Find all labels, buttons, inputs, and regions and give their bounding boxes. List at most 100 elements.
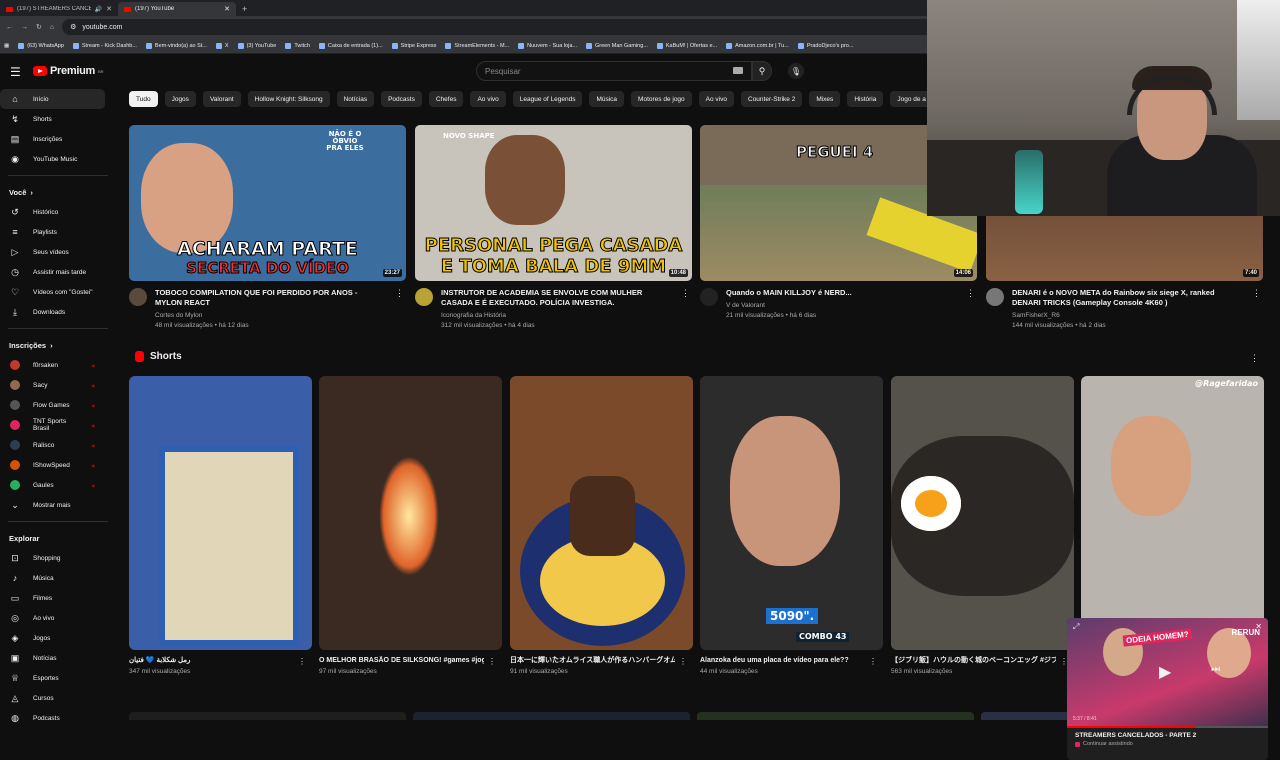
channel-name[interactable]: Iconografia da História bbox=[441, 311, 669, 321]
more-options-icon[interactable]: ⋮ bbox=[966, 288, 975, 299]
sidebar-item[interactable]: ♡ Vídeos com "Gostei" bbox=[0, 282, 105, 302]
video-thumbnail[interactable]: NÃO É O ÓBVIO PRA ELES ACHARAM PARTE SECRE… bbox=[129, 125, 406, 281]
filter-chip[interactable]: Motores de jogo bbox=[631, 91, 692, 107]
short-thumbnail[interactable] bbox=[319, 376, 502, 650]
more-options-icon[interactable]: ⋮ bbox=[681, 288, 690, 299]
site-info-icon[interactable]: ⚙ bbox=[70, 23, 76, 31]
forward-icon[interactable]: → bbox=[21, 24, 28, 31]
short-title[interactable]: 【ジブリ飯】ハウルの動く城のベーコンエッグ #ジブリ #amsr #camp #… bbox=[891, 656, 1056, 666]
filter-chip[interactable]: Música bbox=[589, 91, 625, 107]
video-card[interactable]: NOVO SHAPE PERSONAL PEGA CASADA E TOMA BAL… bbox=[415, 125, 692, 331]
sidebar-item[interactable]: ▭ Filmes bbox=[0, 588, 105, 608]
bookmark-item[interactable]: Stripe Express bbox=[391, 42, 436, 49]
bookmark-item[interactable]: (3) YouTube bbox=[237, 42, 276, 49]
more-options-icon[interactable]: ⋮ bbox=[395, 288, 404, 299]
bookmark-item[interactable]: Bem-vindo(a) ao St... bbox=[145, 42, 207, 49]
video-title[interactable]: INSTRUTOR DE ACADEMIA SE ENVOLVE COM MUL… bbox=[441, 288, 669, 308]
more-options-icon[interactable]: ⋮ bbox=[488, 657, 496, 666]
play-icon[interactable]: ▶ bbox=[1159, 662, 1171, 682]
video-card[interactable]: NÃO É O ÓBVIO PRA ELES ACHARAM PARTE SECRE… bbox=[129, 125, 406, 331]
filter-chip[interactable]: Ao vivo bbox=[698, 91, 734, 107]
sidebar-subs-heading[interactable]: Inscrições › bbox=[0, 335, 115, 355]
browser-tab-active[interactable]: (197) YouTube ✕ bbox=[118, 2, 236, 16]
search-input[interactable]: Pesquisar bbox=[476, 61, 752, 81]
expand-icon[interactable]: ⤢ bbox=[1073, 622, 1079, 632]
sidebar-item[interactable]: ◍ Podcasts bbox=[0, 708, 105, 728]
sidebar-item[interactable]: ◈ Jogos bbox=[0, 628, 105, 648]
close-tab-icon[interactable]: ✕ bbox=[224, 5, 230, 13]
short-thumbnail[interactable]: 5090". COMBO 43 bbox=[700, 376, 883, 650]
short-thumbnail[interactable] bbox=[510, 376, 693, 650]
miniplayer[interactable]: ⤢ ✕ ODEIA HOMEM? RERUN ▶ ⏭ 5:37 / 8:41 S… bbox=[1067, 618, 1268, 760]
short-thumbnail[interactable] bbox=[129, 376, 312, 650]
short-card[interactable]: رمل شكلابة 💙 فتيان 347 mil visualizações ⋮ bbox=[129, 376, 312, 675]
short-card[interactable]: 5090". COMBO 43 Alanzoka deu uma placa de … bbox=[700, 376, 883, 675]
bookmark-item[interactable]: StreamElements - M... bbox=[445, 42, 509, 49]
sidebar-subscription[interactable]: f0rsaken ◉ bbox=[0, 355, 105, 375]
video-title[interactable]: TOBOCO COMPILATION QUE FOI PERDIDO POR A… bbox=[155, 288, 383, 308]
sidebar-subscription[interactable]: TNT Sports Brasil ◉ bbox=[0, 415, 105, 435]
filter-chip[interactable]: História bbox=[847, 91, 884, 107]
sidebar-item[interactable]: ◬ Cursos bbox=[0, 688, 105, 708]
bookmark-item[interactable]: PradoDjeco's pro... bbox=[797, 42, 853, 49]
more-options-icon[interactable]: ⋮ bbox=[869, 657, 877, 666]
youtube-logo[interactable]: Premium BR bbox=[33, 65, 104, 77]
sidebar-subscription[interactable]: IShowSpeed ◉ bbox=[0, 455, 105, 475]
short-card[interactable]: O MELHOR BRASÃO DE SILKSONG! #games #jog… bbox=[319, 376, 502, 675]
filter-chip[interactable]: Podcasts bbox=[381, 91, 422, 107]
channel-avatar[interactable] bbox=[700, 288, 718, 306]
sidebar-item[interactable]: ◉ YouTube Music bbox=[0, 149, 105, 169]
short-card[interactable]: 日本一に輝いたオムライス職人が作るハンバーグオムライス！#東京グルメ #japa… bbox=[510, 376, 693, 675]
sidebar-subscription[interactable]: Gaules ◉ bbox=[0, 475, 105, 495]
next-icon[interactable]: ⏭ bbox=[1211, 664, 1220, 675]
short-title[interactable]: رمل شكلابة 💙 فتيان bbox=[129, 656, 294, 666]
sidebar-item[interactable]: ⌂ Início bbox=[0, 89, 105, 109]
new-tab-button[interactable]: + bbox=[242, 4, 247, 14]
short-thumbnail[interactable] bbox=[891, 376, 1074, 650]
sidebar-item[interactable]: ↺ Histórico bbox=[0, 202, 105, 222]
short-thumbnail[interactable]: @Ragefaridao bbox=[1081, 376, 1264, 650]
filter-chip[interactable]: Valorant bbox=[202, 91, 241, 107]
apps-icon[interactable]: ▦ bbox=[4, 43, 9, 49]
video-title[interactable]: DENARI é o NOVO META do Rainbow six sieg… bbox=[1012, 288, 1240, 308]
filter-chip[interactable]: Jogos bbox=[164, 91, 196, 107]
channel-name[interactable]: Cortes do Mylon bbox=[155, 311, 383, 321]
reload-icon[interactable]: ↻ bbox=[36, 23, 42, 31]
filter-chip[interactable]: Jogo de a bbox=[890, 91, 927, 107]
miniplayer-video[interactable]: ⤢ ✕ ODEIA HOMEM? RERUN ▶ ⏭ 5:37 / 8:41 bbox=[1067, 618, 1268, 728]
sidebar-item[interactable]: ≡ Playlists bbox=[0, 222, 105, 242]
sidebar-item[interactable]: ⊡ Shopping bbox=[0, 548, 105, 568]
channel-avatar[interactable] bbox=[986, 288, 1004, 306]
more-options-icon[interactable]: ⋮ bbox=[1250, 353, 1259, 364]
bookmark-item[interactable]: Caixa de entrada (1)... bbox=[318, 42, 383, 49]
voice-search-button[interactable]: 🎙 bbox=[788, 63, 804, 79]
short-title[interactable]: O MELHOR BRASÃO DE SILKSONG! #games #jog… bbox=[319, 656, 484, 666]
bookmark-item[interactable]: (63) WhatsApp bbox=[18, 42, 64, 49]
show-more-button[interactable]: ⌄ Mostrar mais bbox=[0, 495, 105, 515]
bookmark-item[interactable]: Amazon.com.br | Tu... bbox=[726, 42, 789, 49]
video-thumbnail[interactable]: NOVO SHAPE PERSONAL PEGA CASADA E TOMA BAL… bbox=[415, 125, 692, 281]
bookmark-item[interactable]: Twitch bbox=[285, 42, 310, 49]
filter-chip[interactable]: Chefes bbox=[428, 91, 464, 107]
filter-chip[interactable]: Mixes bbox=[809, 91, 841, 107]
filter-chip[interactable]: Notícias bbox=[336, 91, 375, 107]
sidebar-subscription[interactable]: Flow Games ◉ bbox=[0, 395, 105, 415]
bookmark-item[interactable]: Stream - Kick Dashb... bbox=[72, 42, 137, 49]
sidebar-item[interactable]: ▤ Inscrições bbox=[0, 129, 105, 149]
filter-chip[interactable]: Tudo bbox=[129, 91, 158, 107]
sidebar-item[interactable]: ⤓ Downloads bbox=[0, 302, 105, 322]
sidebar-item[interactable]: ▷ Seus vídeos bbox=[0, 242, 105, 262]
sidebar-item[interactable]: ◎ Ao vivo bbox=[0, 608, 105, 628]
filter-chip[interactable]: Counter-Strike 2 bbox=[741, 91, 803, 107]
sidebar-item[interactable]: ↯ Shorts bbox=[0, 109, 105, 129]
more-options-icon[interactable]: ⋮ bbox=[298, 657, 306, 666]
browser-tab[interactable]: (197) STREAMERS CANCELADOS 🔊 ✕ bbox=[0, 2, 118, 16]
filter-chip[interactable]: League of Legends bbox=[512, 91, 583, 107]
video-title[interactable]: Quando o MAIN KILLJOY é NERD... bbox=[726, 288, 954, 298]
close-tab-icon[interactable]: ✕ bbox=[106, 5, 112, 13]
sidebar-subscription[interactable]: Ralisco ◉ bbox=[0, 435, 105, 455]
sidebar-subscription[interactable]: Sacy ◉ bbox=[0, 375, 105, 395]
keyboard-icon[interactable] bbox=[733, 67, 743, 74]
sidebar-item[interactable]: ♪ Música bbox=[0, 568, 105, 588]
channel-name[interactable]: SamFisherX_R6 bbox=[1012, 311, 1240, 321]
